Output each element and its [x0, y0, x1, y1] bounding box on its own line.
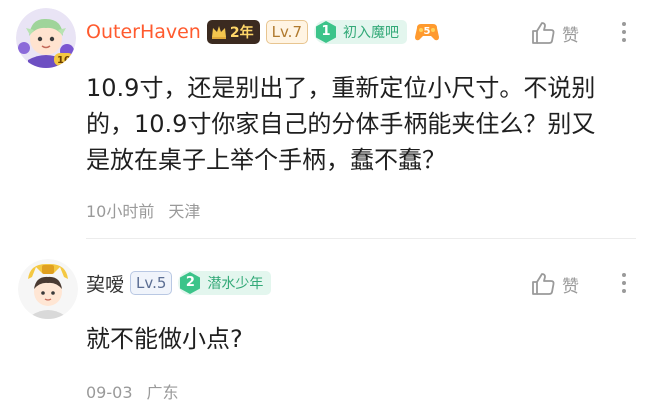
comment-content: 10.9寸，还是别出了，重新定位小尺寸。不说别的，10.9寸你家自己的分体手柄能… — [86, 74, 596, 174]
like-button[interactable]: 赞 — [530, 271, 579, 297]
comment-location: 天津 — [168, 202, 201, 221]
fan-badge: 1 初入魔吧 — [314, 20, 407, 44]
comment-meta: 10小时前 天津 — [86, 198, 200, 222]
more-options-button[interactable] — [614, 269, 634, 297]
fan-level-number: 2 — [185, 275, 195, 290]
avatar[interactable] — [18, 259, 78, 319]
thumbs-up-icon — [532, 273, 555, 295]
comment-time: 09-03 — [86, 383, 133, 402]
divider — [86, 238, 636, 239]
avatar-badge-number: 10 — [57, 55, 71, 66]
fan-level-icon: 2 — [178, 271, 202, 295]
like-label: 赞 — [562, 25, 579, 46]
comment-content: 就不能做小点? — [86, 325, 243, 353]
fan-title: 初入魔吧 — [343, 25, 399, 41]
crown-icon — [211, 26, 226, 39]
thumbs-up-icon — [532, 22, 555, 44]
game-badge-number: 5 — [424, 26, 431, 37]
like-button[interactable]: 赞 — [530, 20, 579, 46]
username[interactable]: OuterHaven — [86, 21, 201, 43]
comment-header: 巭嗳 Lv.5 2 潜水少年 — [86, 269, 272, 297]
comment-location: 广东 — [146, 383, 179, 402]
fan-level-icon: 1 — [314, 20, 338, 44]
comment-time: 10小时前 — [86, 202, 155, 221]
comment-item: 10 OuterHaven 2年 Lv.7 1 初入魔吧 5 赞 10.9寸，还… — [0, 0, 654, 245]
level-badge: Lv.7 — [265, 20, 308, 44]
comment-meta: 09-03 广东 — [86, 379, 179, 403]
more-options-button[interactable] — [614, 18, 634, 46]
fan-badge: 2 潜水少年 — [178, 271, 272, 295]
member-years-badge: 2年 — [206, 20, 260, 44]
like-label: 赞 — [562, 276, 579, 297]
comment-item: 巭嗳 Lv.5 2 潜水少年 赞 就不能做小点? 09-03 广东 — [0, 245, 654, 413]
gamepad-badge-icon: 5 — [415, 24, 439, 41]
level-badge: Lv.5 — [130, 271, 173, 295]
member-years-text: 2年 — [229, 25, 254, 41]
comment-header: OuterHaven 2年 Lv.7 1 初入魔吧 5 — [86, 18, 441, 46]
username[interactable]: 巭嗳 — [86, 270, 124, 297]
avatar[interactable]: 10 — [16, 8, 76, 68]
fan-title: 潜水少年 — [207, 276, 264, 292]
fan-level-number: 1 — [321, 24, 331, 39]
